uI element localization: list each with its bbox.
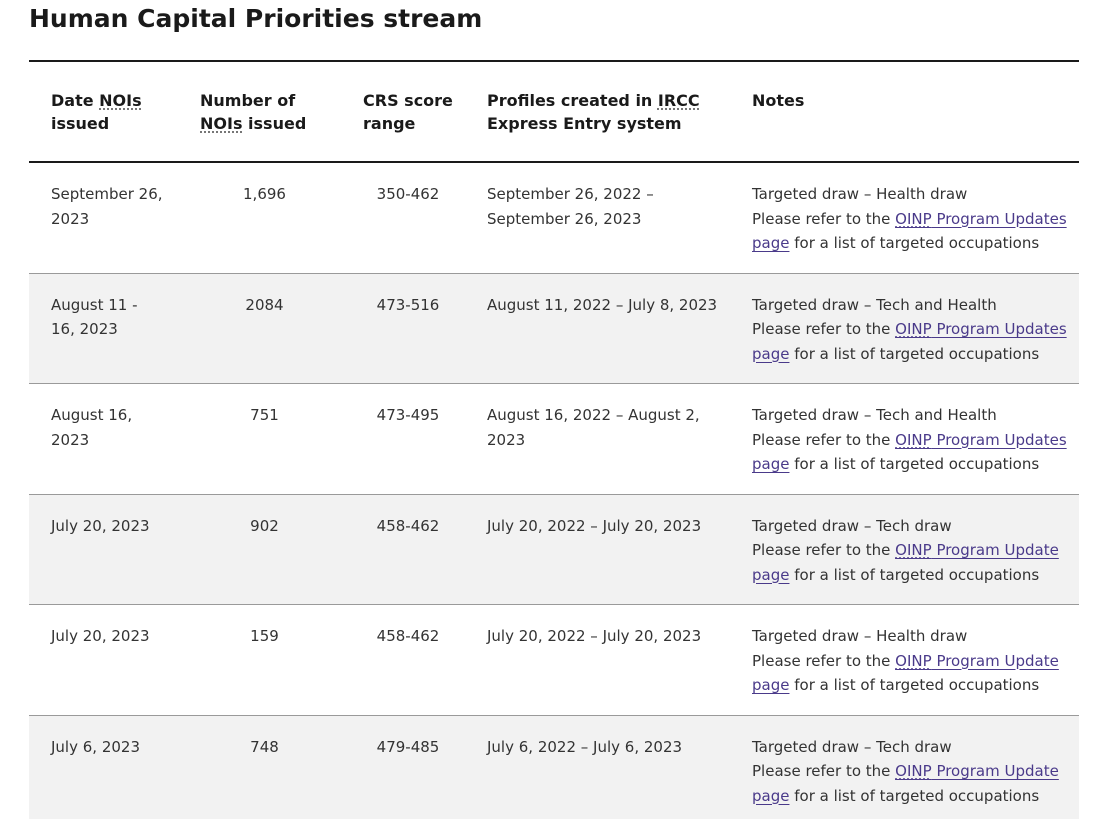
- cell-profiles: August 11, 2022 – July 8, 2023: [487, 295, 718, 314]
- note-draw-type: Targeted draw – Health draw: [752, 185, 968, 203]
- table-row: September 26, 2023 1,696 350-462 September …: [29, 162, 1079, 273]
- header-profiles: Profiles created in IRCC Express Entry s…: [487, 91, 700, 133]
- note-prefix: Please refer to the: [752, 209, 896, 228]
- cell-notes: Targeted draw – Tech draw Please refer to…: [730, 715, 1079, 819]
- page-title: Human Capital Priorities stream: [29, 4, 483, 33]
- note-reference: Please refer to the OINP Program Updates…: [752, 428, 1067, 477]
- cell-number: 1,696: [243, 185, 286, 203]
- cell-date: July 20, 2023: [51, 627, 150, 645]
- cell-notes: Targeted draw – Tech and Health Please re…: [730, 384, 1079, 495]
- cell-date: July 6, 2023: [51, 737, 140, 756]
- note-prefix: Please refer to the: [752, 541, 896, 559]
- table-row: August 11 - 16, 2023 2084 473-516 August 11…: [29, 273, 1079, 384]
- header-notes: Notes: [752, 91, 805, 110]
- table-row: August 16, 2023 751 473-495 August 16, 2022…: [29, 384, 1079, 495]
- note-prefix: Please refer to the: [752, 762, 896, 780]
- note-suffix: for a list of targeted occupations: [789, 565, 1040, 584]
- oinp-abbr[interactable]: OINP: [895, 762, 932, 780]
- note-suffix: for a list of targeted occupations: [789, 455, 1040, 473]
- table-body: September 26, 2023 1,696 350-462 September …: [29, 162, 1079, 819]
- note-suffix: for a list of targeted occupations: [789, 786, 1040, 805]
- note-draw-type: Targeted draw – Health draw: [752, 627, 968, 645]
- header-number: Number of NOIs issued: [200, 91, 307, 133]
- oinp-abbr[interactable]: OINP: [895, 320, 932, 338]
- cell-profiles: August 16, 2022 – August 2, 2023: [487, 406, 700, 449]
- header-row: Date NOIs issued Number of NOIs issued C…: [29, 61, 1079, 162]
- cell-date: August 16, 2023: [51, 406, 133, 449]
- noi-abbr[interactable]: NOIs: [200, 114, 242, 133]
- ircc-abbr[interactable]: IRCC: [658, 91, 700, 110]
- cell-notes: Targeted draw – Health draw Please refer …: [730, 162, 1079, 273]
- cell-crs: 473-495: [376, 406, 440, 424]
- cell-profiles: July 20, 2022 – July 20, 2023: [487, 516, 702, 535]
- table-row: July 6, 2023 748 479-485 July 6, 2022 – Jul…: [29, 715, 1079, 819]
- cell-date: August 11 - 16, 2023: [51, 295, 138, 339]
- cell-date: September 26, 2023: [51, 185, 163, 228]
- cell-number: 748: [250, 737, 279, 756]
- oinp-abbr[interactable]: OINP: [895, 541, 932, 559]
- cell-crs: 458-462: [376, 627, 440, 645]
- note-prefix: Please refer to the: [752, 430, 896, 449]
- header-crs: CRS score range: [363, 91, 453, 133]
- note-suffix: for a list of targeted occupations: [789, 676, 1040, 694]
- crs-abbr: CRS: [363, 91, 399, 110]
- oinp-abbr[interactable]: OINP: [895, 210, 932, 228]
- note-reference: Please refer to the OINP Program Updates…: [752, 317, 1067, 366]
- oinp-abbr[interactable]: OINP: [895, 652, 932, 670]
- cell-profiles: July 20, 2022 – July 20, 2023: [487, 627, 702, 645]
- noi-table-container: Date NOIs issued Number of NOIs issued C…: [29, 60, 1079, 819]
- cell-crs: 350-462: [376, 185, 440, 203]
- noi-table: Date NOIs issued Number of NOIs issued C…: [29, 60, 1079, 819]
- note-reference: Please refer to the OINP Program Update …: [752, 759, 1067, 808]
- note-reference: Please refer to the OINP Program Update …: [752, 649, 1067, 698]
- note-draw-type: Targeted draw – Tech and Health: [752, 295, 997, 314]
- cell-profiles: September 26, 2022 – September 26, 2023: [487, 185, 654, 228]
- cell-number: 902: [250, 516, 279, 535]
- cell-number: 159: [250, 627, 279, 645]
- cell-crs: 458-462: [376, 516, 440, 535]
- note-prefix: Please refer to the: [752, 651, 896, 670]
- oinp-abbr[interactable]: OINP: [895, 431, 932, 449]
- table-row: July 20, 2023 159 458-462 July 20, 2022 – J…: [29, 605, 1079, 716]
- cell-crs: 473-516: [376, 295, 440, 314]
- cell-notes: Targeted draw – Tech draw Please refer to…: [730, 494, 1079, 605]
- header-date: Date NOIs issued: [51, 91, 142, 133]
- note-prefix: Please refer to the: [752, 320, 896, 338]
- note-draw-type: Targeted draw – Tech draw: [752, 737, 952, 756]
- note-reference: Please refer to the OINP Program Updates…: [752, 207, 1067, 256]
- note-suffix: for a list of targeted occupations: [789, 344, 1040, 363]
- table-header: Date NOIs issued Number of NOIs issued C…: [29, 61, 1079, 162]
- table-row: July 20, 2023 902 458-462 July 20, 2022 – J…: [29, 494, 1079, 605]
- cell-crs: 479-485: [376, 737, 440, 756]
- note-draw-type: Targeted draw – Tech draw: [752, 516, 952, 535]
- cell-notes: Targeted draw – Tech and Health Please re…: [730, 273, 1079, 384]
- cell-notes: Targeted draw – Health draw Please refer …: [730, 605, 1079, 716]
- note-suffix: for a list of targeted occupations: [789, 234, 1040, 252]
- cell-profiles: July 6, 2022 – July 6, 2023: [487, 737, 683, 756]
- note-reference: Please refer to the OINP Program Update …: [752, 538, 1067, 587]
- cell-date: July 20, 2023: [51, 516, 150, 535]
- cell-number: 751: [250, 406, 279, 424]
- cell-number: 2084: [245, 295, 284, 314]
- note-draw-type: Targeted draw – Tech and Health: [752, 406, 997, 424]
- noi-abbr[interactable]: NOIs: [99, 91, 141, 110]
